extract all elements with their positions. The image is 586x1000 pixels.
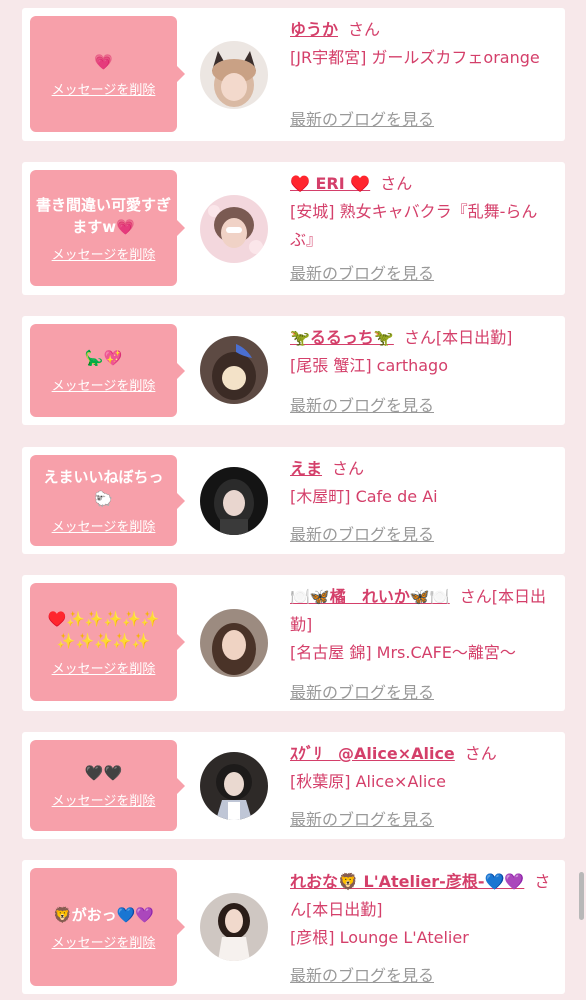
message-bubble: ♥️✨✨✨✨✨✨✨✨✨✨ メッセージを削除 xyxy=(30,583,185,701)
message-bubble: 🦕💖 メッセージを削除 xyxy=(30,324,185,417)
delete-message-link[interactable]: メッセージを削除 xyxy=(52,516,156,535)
user-name-link[interactable]: ｽｸﾞﾘ @Alice×Alice xyxy=(290,744,455,763)
delete-message-link[interactable]: メッセージを削除 xyxy=(52,244,156,263)
honorific: さん xyxy=(332,459,365,478)
user-info: ゆうか さん [JR宇都宮] ガールズカフェorange xyxy=(290,16,552,72)
latest-blog-link[interactable]: 最新のブログを見る xyxy=(290,106,434,130)
message-list: 💗 メッセージを削除 ゆうか さん [JR宇都宮] ガールズカフェorange 最… xyxy=(0,0,586,1000)
message-bubble: 💗 メッセージを削除 xyxy=(30,16,185,132)
shop-name: [安城] 熟女キャバクラ『乱舞-らんぶ』 xyxy=(290,202,538,249)
user-name-link[interactable]: ゆうか xyxy=(290,20,338,39)
delete-message-link[interactable]: メッセージを削除 xyxy=(52,375,156,394)
message-card: 💗 メッセージを削除 ゆうか さん [JR宇都宮] ガールズカフェorange 最… xyxy=(22,8,565,141)
shop-name: [尾張 蟹江] carthago xyxy=(290,356,449,375)
message-card: ♥️✨✨✨✨✨✨✨✨✨✨ メッセージを削除 🍽️🦋橘 れいか🦋🍽️ さん[本日出勤… xyxy=(22,575,565,711)
shop-name: [木屋町] Cafe de Ai xyxy=(290,487,438,506)
message-card: 🦁がおっ💙💜 メッセージを削除 れおな🦁 L'Atelier-彦根-💙💜 さん[本… xyxy=(22,860,565,994)
user-name-link[interactable]: えま xyxy=(290,459,322,478)
message-card: 書き間違い可愛すぎますw💗 メッセージを削除 ♥️ ERI ♥️ さん [安城] … xyxy=(22,162,565,295)
user-info: 🦖るるっち🦖 さん[本日出勤] [尾張 蟹江] carthago xyxy=(290,324,552,380)
avatar[interactable] xyxy=(200,336,268,404)
message-bubble: 🖤🖤 メッセージを削除 xyxy=(30,740,185,831)
latest-blog-link[interactable]: 最新のブログを見る xyxy=(290,260,434,284)
message-text: ♥️✨✨✨✨✨✨✨✨✨✨ xyxy=(47,609,160,650)
latest-blog-link[interactable]: 最新のブログを見る xyxy=(290,392,434,416)
message-bubble: 書き間違い可愛すぎますw💗 メッセージを削除 xyxy=(30,170,185,286)
user-name-link[interactable]: ♥️ ERI ♥️ xyxy=(290,174,370,193)
user-info: ♥️ ERI ♥️ さん [安城] 熟女キャバクラ『乱舞-らんぶ』 xyxy=(290,170,552,254)
honorific: さん xyxy=(464,744,497,763)
user-name-link[interactable]: れおな🦁 L'Atelier-彦根-💙💜 xyxy=(290,872,524,891)
avatar[interactable] xyxy=(200,467,268,535)
user-info: ｽｸﾞﾘ @Alice×Alice さん [秋葉原] Alice×Alice xyxy=(290,740,552,796)
latest-blog-link[interactable]: 最新のブログを見る xyxy=(290,962,434,986)
user-info: れおな🦁 L'Atelier-彦根-💙💜 さん[本日出勤] [彦根] Lounge… xyxy=(290,868,552,952)
latest-blog-link[interactable]: 最新のブログを見る xyxy=(290,679,434,703)
delete-message-link[interactable]: メッセージを削除 xyxy=(52,932,156,951)
avatar[interactable] xyxy=(200,609,268,677)
message-text: 🖤🖤 xyxy=(84,764,123,782)
avatar[interactable] xyxy=(200,752,268,820)
message-text: えまいいねぼちっ🐑 xyxy=(43,468,164,508)
latest-blog-link[interactable]: 最新のブログを見る xyxy=(290,521,434,545)
latest-blog-link[interactable]: 最新のブログを見る xyxy=(290,806,434,830)
avatar[interactable] xyxy=(200,41,268,109)
message-bubble: えまいいねぼちっ🐑 メッセージを削除 xyxy=(30,455,185,546)
shop-name: [名古屋 錦] Mrs.CAFE〜離宮〜 xyxy=(290,643,516,662)
message-card: えまいいねぼちっ🐑 メッセージを削除 えま さん [木屋町] Cafe de Ai… xyxy=(22,447,565,554)
honorific: さん xyxy=(348,20,381,39)
message-card: 🖤🖤 メッセージを削除 ｽｸﾞﾘ @Alice×Alice さん [秋葉原] Al… xyxy=(22,732,565,839)
message-text: 💗 xyxy=(94,52,113,71)
delete-message-link[interactable]: メッセージを削除 xyxy=(52,790,156,809)
delete-message-link[interactable]: メッセージを削除 xyxy=(52,658,156,677)
attendance-status: [本日出勤] xyxy=(306,900,383,919)
user-name-link[interactable]: 🍽️🦋橘 れいか🦋🍽️ xyxy=(290,587,450,606)
user-name-link[interactable]: 🦖るるっち🦖 xyxy=(290,328,394,347)
scrollbar[interactable] xyxy=(579,872,584,920)
message-text: 🦁がおっ💙💜 xyxy=(52,905,155,924)
shop-name: [JR宇都宮] ガールズカフェorange xyxy=(290,48,540,67)
message-card: 🦕💖 メッセージを削除 🦖るるっち🦖 さん[本日出勤] [尾張 蟹江] carth… xyxy=(22,316,565,425)
honorific: さん xyxy=(403,328,436,347)
message-text: 🦕💖 xyxy=(84,349,123,367)
attendance-status: [本日出勤] xyxy=(435,328,513,347)
honorific: さん xyxy=(459,587,492,606)
user-info: えま さん [木屋町] Cafe de Ai xyxy=(290,455,552,511)
honorific: さん xyxy=(380,174,413,193)
message-bubble: 🦁がおっ💙💜 メッセージを削除 xyxy=(30,868,185,986)
avatar[interactable] xyxy=(200,893,268,961)
shop-name: [秋葉原] Alice×Alice xyxy=(290,772,446,791)
message-text: 書き間違い可愛すぎますw💗 xyxy=(36,195,172,236)
delete-message-link[interactable]: メッセージを削除 xyxy=(52,79,156,98)
shop-name: [彦根] Lounge L'Atelier xyxy=(290,928,469,947)
user-info: 🍽️🦋橘 れいか🦋🍽️ さん[本日出勤] [名古屋 錦] Mrs.CAFE〜離宮〜 xyxy=(290,583,552,667)
avatar[interactable] xyxy=(200,195,268,263)
